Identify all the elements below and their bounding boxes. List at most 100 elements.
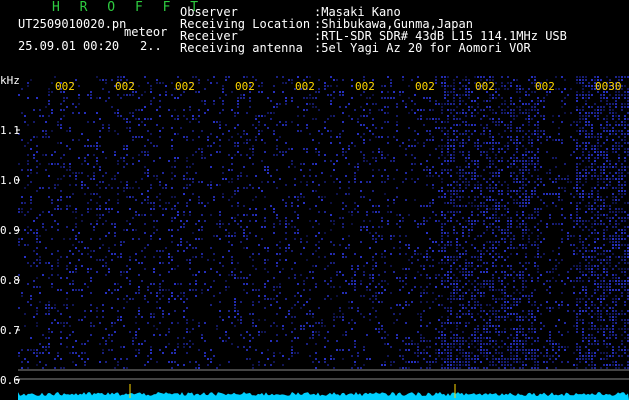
noise-pixel: [327, 331, 329, 333]
noise-pixel: [453, 295, 455, 297]
noise-pixel: [30, 295, 32, 297]
noise-pixel: [459, 112, 461, 114]
noise-pixel: [228, 250, 230, 252]
noise-pixel: [432, 109, 434, 111]
noise-pixel: [231, 178, 233, 180]
noise-pixel: [465, 268, 467, 270]
noise-pixel: [417, 355, 419, 357]
noise-pixel: [156, 220, 158, 222]
noise-pixel: [477, 214, 479, 216]
noise-pixel: [306, 151, 308, 153]
noise-pixel: [141, 151, 143, 153]
noise-pixel: [528, 160, 530, 162]
noise-pixel: [159, 193, 161, 195]
noise-pixel: [594, 247, 596, 249]
noise-pixel: [594, 109, 596, 111]
noise-pixel: [159, 286, 161, 288]
noise-pixel: [498, 172, 500, 174]
noise-pixel: [72, 193, 74, 195]
noise-pixel: [474, 205, 476, 207]
noise-pixel: [600, 196, 602, 198]
noise-pixel: [99, 208, 101, 210]
noise-pixel: [156, 196, 158, 198]
noise-pixel: [525, 169, 527, 171]
noise-pixel: [468, 364, 470, 366]
noise-pixel: [477, 163, 479, 165]
noise-pixel: [63, 166, 65, 168]
noise-pixel: [432, 241, 434, 243]
noise-pixel: [546, 367, 548, 369]
noise-pixel: [531, 337, 533, 339]
noise-pixel: [519, 169, 521, 171]
noise-pixel: [606, 289, 608, 291]
noise-pixel: [468, 79, 470, 81]
noise-pixel: [324, 85, 326, 87]
noise-pixel: [273, 112, 275, 114]
noise-pixel: [591, 316, 593, 318]
noise-pixel: [375, 310, 377, 312]
noise-pixel: [546, 301, 548, 303]
noise-pixel: [222, 265, 224, 267]
noise-pixel: [537, 103, 539, 105]
noise-pixel: [522, 367, 524, 369]
noise-pixel: [489, 343, 491, 345]
noise-pixel: [75, 247, 77, 249]
noise-pixel: [501, 256, 503, 258]
noise-pixel: [534, 181, 536, 183]
noise-pixel: [600, 133, 602, 135]
noise-pixel: [450, 367, 452, 369]
noise-pixel: [57, 289, 59, 291]
noise-pixel: [492, 190, 494, 192]
noise-pixel: [519, 202, 521, 204]
noise-pixel: [135, 181, 137, 183]
noise-pixel: [291, 121, 293, 123]
noise-pixel: [351, 307, 353, 309]
noise-pixel: [27, 283, 29, 285]
noise-pixel: [273, 106, 275, 108]
noise-pixel: [168, 289, 170, 291]
noise-pixel: [426, 232, 428, 234]
noise-pixel: [600, 262, 602, 264]
noise-pixel: [534, 133, 536, 135]
noise-pixel: [594, 364, 596, 366]
noise-pixel: [360, 124, 362, 126]
noise-pixel: [288, 244, 290, 246]
noise-pixel: [213, 235, 215, 237]
noise-pixel: [114, 223, 116, 225]
noise-pixel: [510, 274, 512, 276]
noise-pixel: [219, 124, 221, 126]
noise-pixel: [423, 340, 425, 342]
noise-pixel: [498, 160, 500, 162]
noise-pixel: [579, 193, 581, 195]
noise-pixel: [468, 367, 470, 369]
noise-pixel: [501, 214, 503, 216]
noise-pixel: [516, 202, 518, 204]
noise-pixel: [558, 223, 560, 225]
noise-pixel: [450, 355, 452, 357]
noise-pixel: [522, 295, 524, 297]
noise-pixel: [273, 91, 275, 93]
noise-pixel: [504, 328, 506, 330]
noise-pixel: [528, 298, 530, 300]
noise-pixel: [477, 184, 479, 186]
noise-pixel: [588, 355, 590, 357]
noise-pixel: [531, 343, 533, 345]
noise-pixel: [177, 97, 179, 99]
noise-pixel: [312, 226, 314, 228]
noise-pixel: [435, 274, 437, 276]
noise-pixel: [42, 136, 44, 138]
noise-pixel: [531, 322, 533, 324]
noise-pixel: [468, 289, 470, 291]
noise-pixel: [87, 154, 89, 156]
noise-pixel: [513, 238, 515, 240]
noise-pixel: [471, 256, 473, 258]
noise-pixel: [609, 208, 611, 210]
noise-pixel: [159, 94, 161, 96]
noise-pixel: [267, 298, 269, 300]
noise-pixel: [147, 196, 149, 198]
noise-pixel: [576, 211, 578, 213]
noise-pixel: [591, 178, 593, 180]
noise-pixel: [462, 142, 464, 144]
noise-pixel: [36, 160, 38, 162]
noise-pixel: [210, 361, 212, 363]
